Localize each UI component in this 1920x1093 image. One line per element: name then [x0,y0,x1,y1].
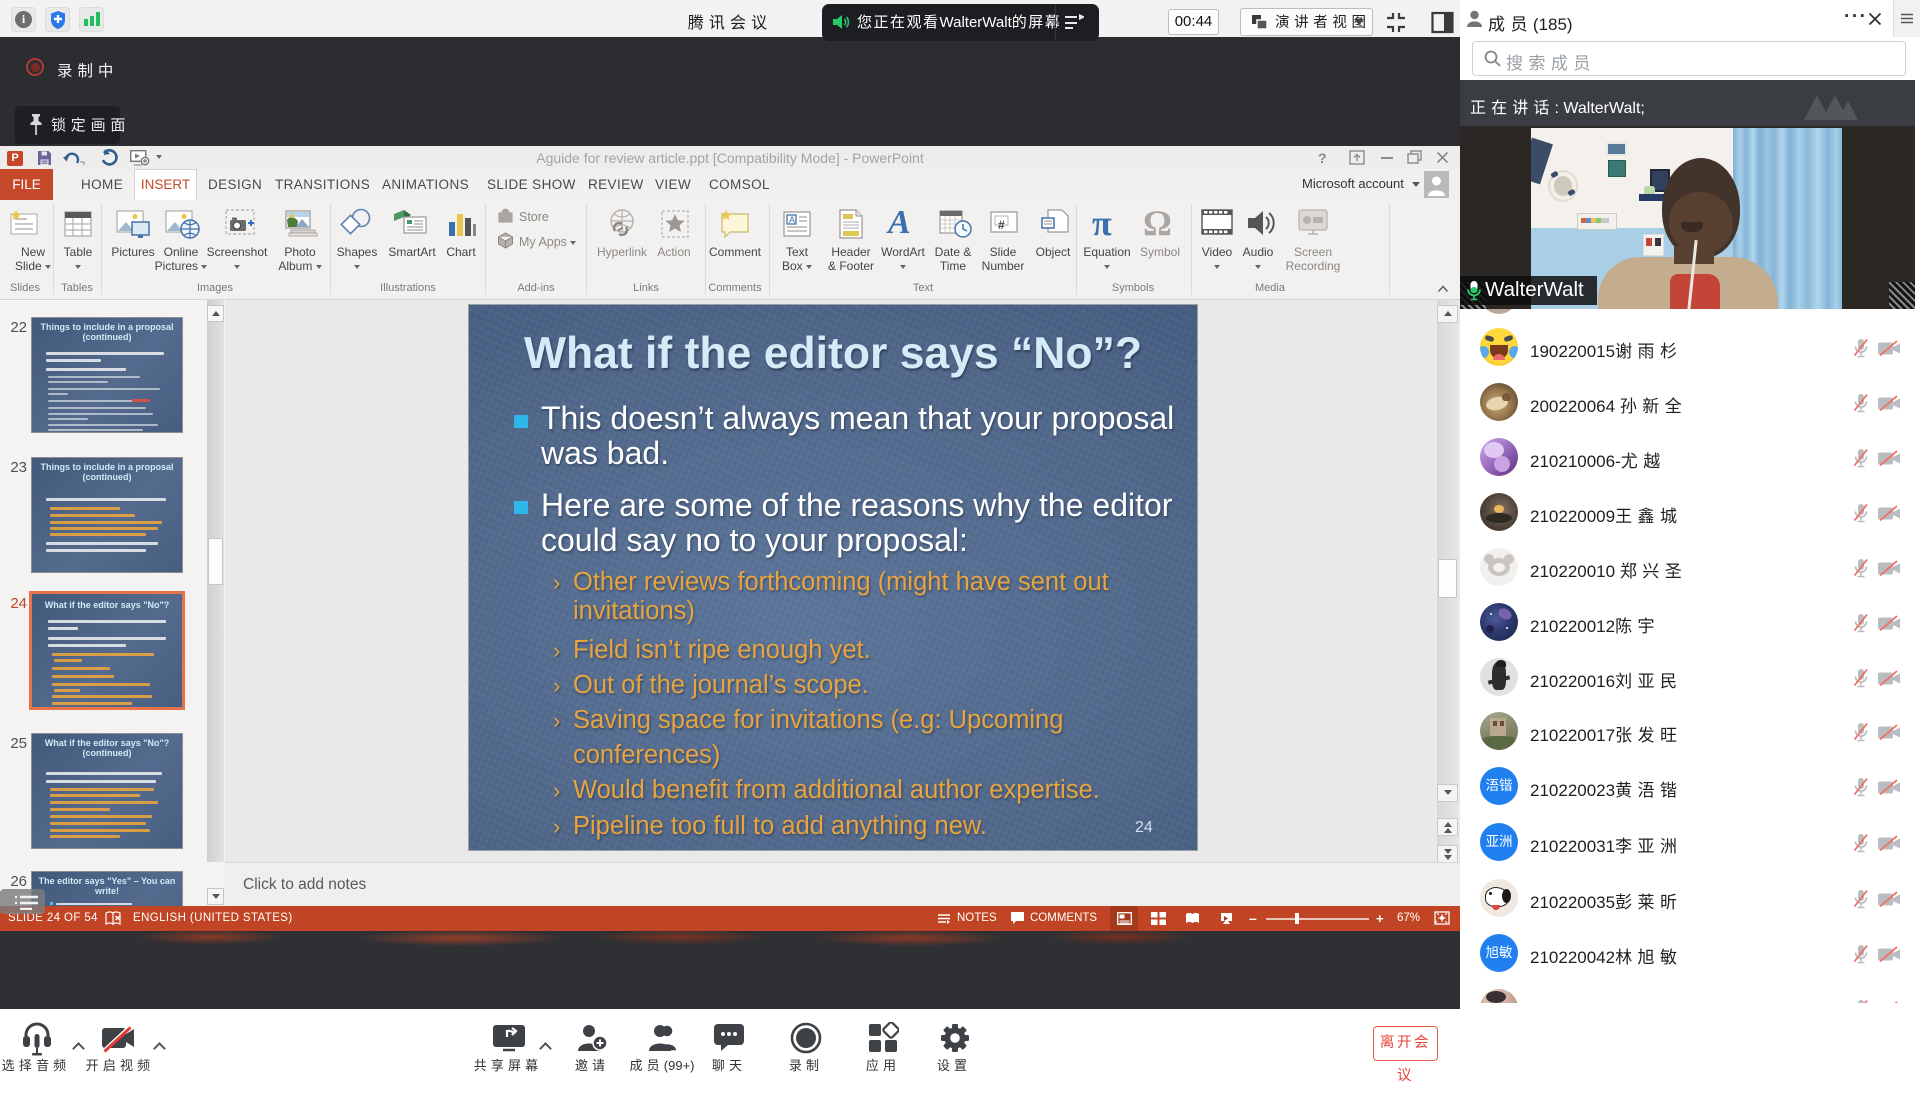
svg-text:#: # [998,218,1005,232]
svg-text:A: A [789,215,795,225]
